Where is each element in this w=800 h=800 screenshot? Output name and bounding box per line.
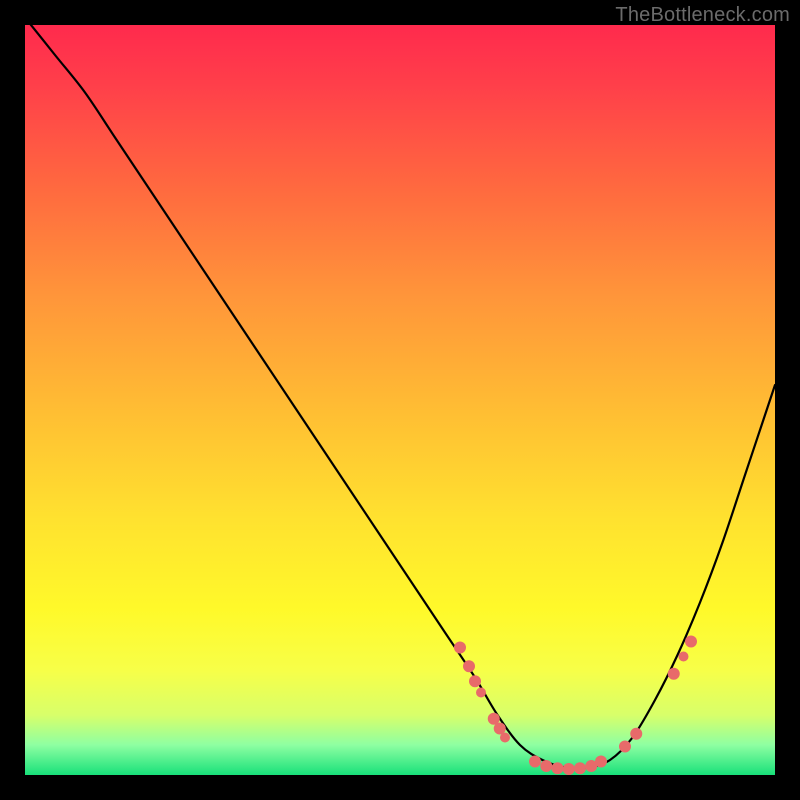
curve-marker [463, 660, 475, 672]
curve-marker [679, 652, 689, 662]
chart-frame: TheBottleneck.com [0, 0, 800, 800]
curve-marker [563, 763, 575, 775]
curve-marker [476, 688, 486, 698]
curve-marker [685, 636, 697, 648]
watermark-label: TheBottleneck.com [615, 4, 790, 27]
bottleneck-curve [25, 25, 775, 768]
curve-marker [529, 756, 541, 768]
curve-marker [540, 760, 552, 772]
curve-marker [668, 668, 680, 680]
curve-marker [630, 728, 642, 740]
curve-marker [619, 741, 631, 753]
curve-marker [454, 642, 466, 654]
plot-area [25, 25, 775, 775]
curve-marker [574, 762, 586, 774]
curve-marker [500, 733, 510, 743]
curve-marker [552, 762, 564, 774]
curve-layer [25, 25, 775, 775]
curve-marker [595, 756, 607, 768]
curve-marker [469, 675, 481, 687]
